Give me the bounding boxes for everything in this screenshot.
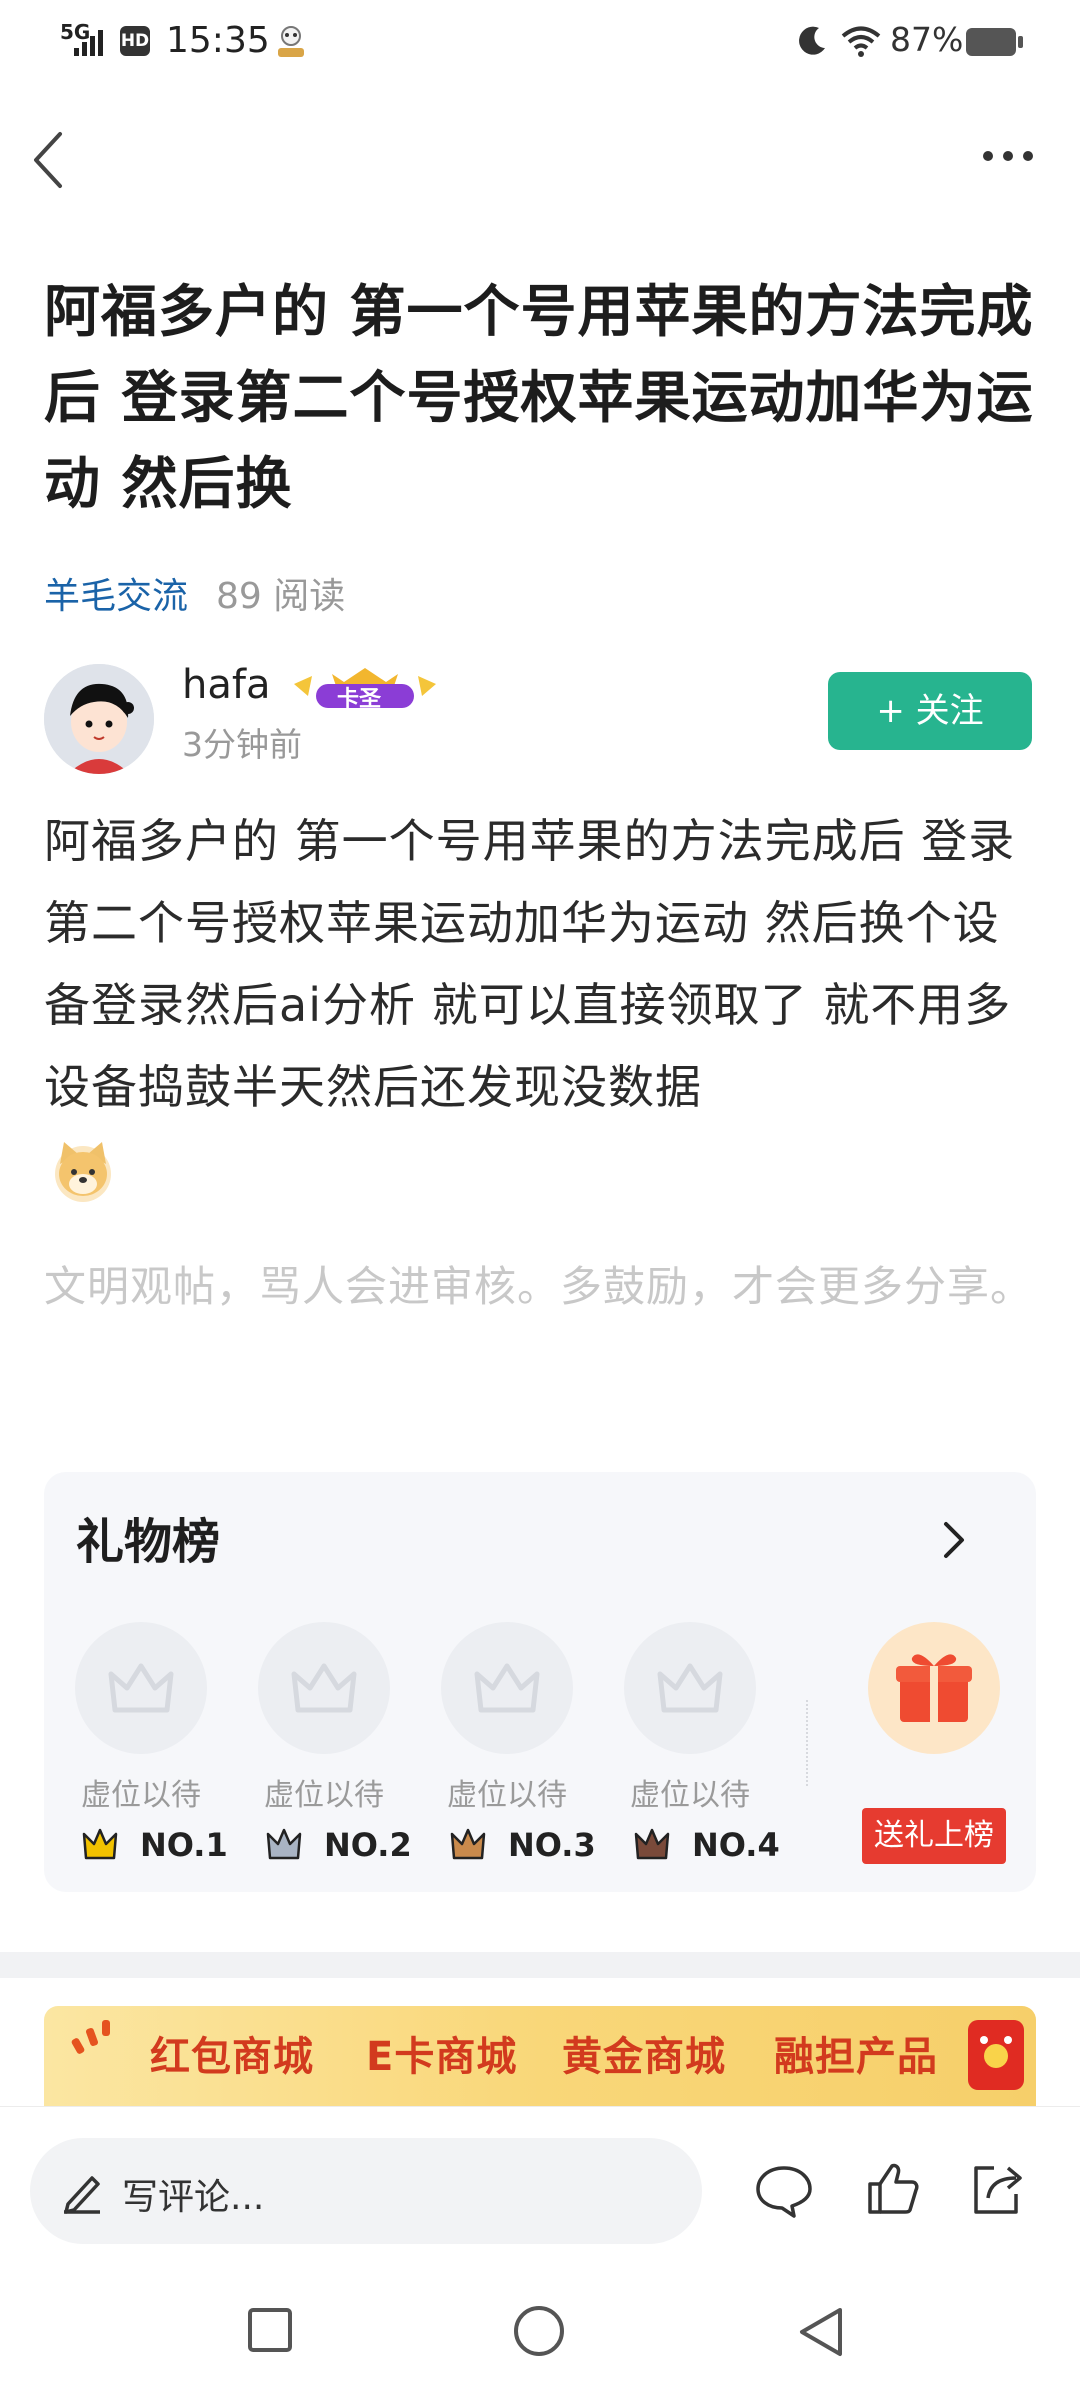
like-icon[interactable]: [864, 2160, 920, 2218]
red-envelope-mascot-icon: [968, 2020, 1024, 2090]
crown-placeholder-icon: [657, 1663, 723, 1713]
battery-icon: [966, 28, 1016, 56]
rank-crown-gold-icon: [82, 1828, 118, 1860]
comment-icon[interactable]: [754, 2162, 814, 2220]
gift-slot-4-label: 虚位以待: [630, 1778, 750, 1813]
gift-board-title: 礼物榜: [76, 1514, 221, 1570]
comment-placeholder[interactable]: 写评论...: [122, 2168, 264, 2220]
gift-divider: [806, 1700, 810, 1786]
back-icon[interactable]: [28, 128, 68, 192]
gift-box-icon: [896, 1654, 972, 1722]
post-time: 3分钟前: [182, 725, 302, 764]
avatar-image: [44, 664, 154, 774]
author-badge: 卡圣: [290, 666, 440, 714]
battery-percent: 87%: [890, 20, 964, 59]
signal-icon: [74, 30, 103, 56]
back-nav-icon[interactable]: [796, 2304, 846, 2360]
author-name[interactable]: hafa: [182, 662, 270, 708]
hd-icon: HD: [120, 26, 150, 56]
author-badge-text: 卡圣: [337, 687, 382, 712]
gift-slot-1-rank: NO.1: [140, 1826, 228, 1864]
follow-button[interactable]: + 关注: [828, 672, 1032, 750]
more-icon[interactable]: [980, 148, 1036, 164]
gift-slot-2-label: 虚位以待: [264, 1778, 384, 1813]
gift-slot-3[interactable]: [441, 1622, 573, 1754]
promo-banner[interactable]: 红包商城 E卡商城 黄金商城 融担产品: [44, 2006, 1036, 2106]
category-link[interactable]: 羊毛交流: [44, 576, 188, 617]
read-count: 89 阅读: [216, 576, 346, 617]
avatar[interactable]: [44, 664, 154, 774]
battery-tip: [1018, 36, 1023, 48]
share-icon[interactable]: [968, 2160, 1026, 2218]
chevron-right-icon[interactable]: [938, 1518, 968, 1562]
recent-apps-icon[interactable]: [246, 2306, 294, 2354]
sparkle-icon: [71, 2020, 110, 2054]
rank-crown-brown-icon: [634, 1828, 670, 1860]
crown-placeholder-icon: [474, 1663, 540, 1713]
rank-crown-bronze-icon: [450, 1828, 486, 1860]
doge-emoji-icon: [55, 1142, 111, 1202]
gift-slot-2[interactable]: [258, 1622, 390, 1754]
crown-placeholder-icon: [291, 1663, 357, 1713]
send-gift-button[interactable]: [868, 1622, 1000, 1754]
gift-slot-1-label: 虚位以待: [81, 1778, 201, 1813]
banner-item-4[interactable]: 融担产品: [774, 2024, 938, 2082]
rank-crown-silver-icon: [266, 1828, 302, 1860]
app-notification-icon: [278, 26, 304, 57]
banner-item-2[interactable]: E卡商城: [366, 2024, 517, 2082]
gift-slot-3-label: 虚位以待: [447, 1778, 567, 1813]
banner-item-3[interactable]: 黄金商城: [562, 2024, 726, 2082]
post-body: 阿福多户的 第一个号用苹果的方法完成后 登录第二个号授权苹果运动加华为运动 然后…: [44, 814, 1016, 1114]
crown-placeholder-icon: [108, 1663, 174, 1713]
banner-item-1[interactable]: 红包商城: [150, 2024, 314, 2082]
home-icon[interactable]: [512, 2304, 566, 2358]
gift-slot-4-rank: NO.4: [692, 1826, 780, 1864]
gift-slot-4[interactable]: [624, 1622, 756, 1754]
section-separator: [0, 1952, 1080, 1978]
moon-icon: [799, 26, 825, 55]
pen-icon: [64, 2176, 100, 2214]
system-navigation-bar: [0, 2266, 1080, 2400]
civility-hint: 文明观帖，骂人会进审核。多鼓励，才会更多分享。: [44, 1262, 1034, 1311]
gift-slot-1[interactable]: [75, 1622, 207, 1754]
wifi-icon: [841, 26, 881, 57]
gift-slot-2-rank: NO.2: [324, 1826, 412, 1864]
post-meta: 羊毛交流 89 阅读: [44, 567, 345, 619]
gift-slot-3-rank: NO.3: [508, 1826, 596, 1864]
send-gift-rank-button[interactable]: 送礼上榜: [862, 1808, 1006, 1864]
post-title: 阿福多户的 第一个号用苹果的方法完成后 登录第二个号授权苹果运动加华为运动 然后…: [44, 280, 1034, 517]
status-bar: 5G HD 15:35 87%: [0, 0, 1080, 90]
clock: 15:35: [166, 20, 270, 61]
